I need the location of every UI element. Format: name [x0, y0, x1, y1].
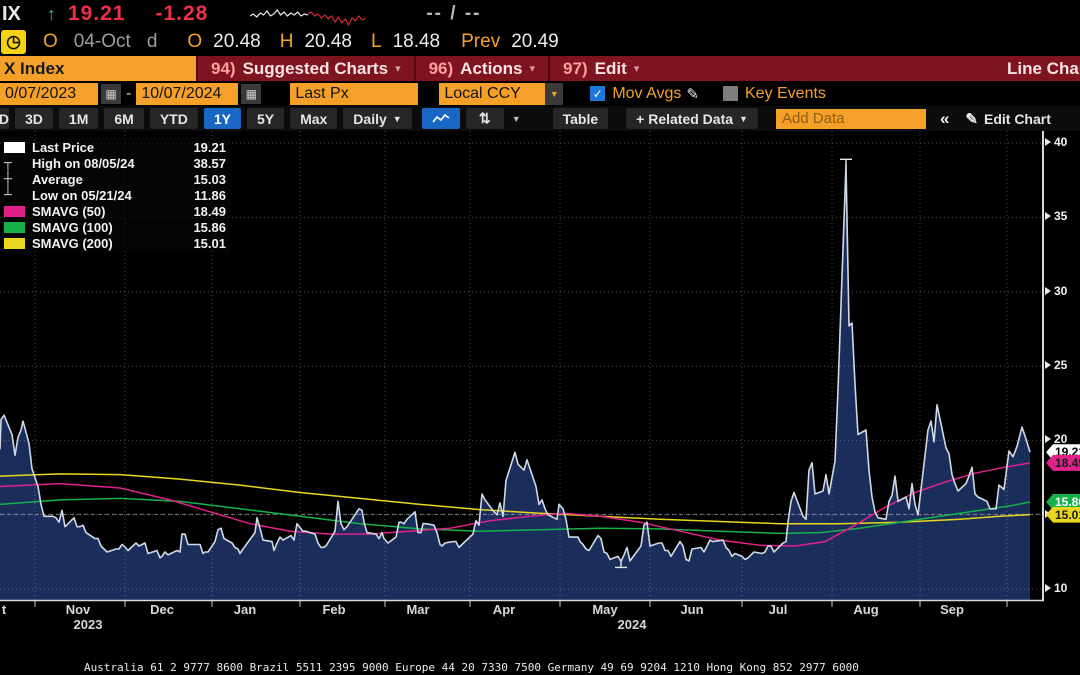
legend-label: Low on 05/21/24 [32, 188, 180, 203]
legend-swatch [4, 238, 28, 249]
smavg200-flag: 15.01 [1046, 507, 1080, 523]
chart-legend: Last Price19.21┬High on 08/05/2438.57┼Av… [2, 137, 230, 254]
legend-label: Last Price [32, 140, 180, 155]
y-axis-tick-label: 35 [1045, 209, 1067, 223]
x-axis-month-label: Sep [940, 602, 964, 617]
x-axis-month-label: t [2, 602, 6, 617]
legend-value: 38.57 [180, 156, 226, 171]
chart-area: Last Price19.21┬High on 08/05/2438.57┼Av… [0, 0, 1080, 675]
legend-marker-icon: ┬ [4, 156, 28, 171]
y-axis-tick-label: 30 [1045, 284, 1067, 298]
legend-smavg100[interactable]: SMAVG (100)15.86 [4, 219, 226, 235]
legend-low[interactable]: ┴ Low on 05/21/2411.86 [4, 187, 226, 203]
high-marker [840, 159, 852, 165]
axis-tick-arrow-icon [1045, 361, 1051, 369]
legend-high[interactable]: ┬ High on 08/05/2438.57 [4, 155, 226, 171]
legend-average[interactable]: ┼ Average15.03 [4, 171, 226, 187]
axis-tick-arrow-icon [1045, 435, 1051, 443]
x-axis-year-label: 2024 [618, 617, 647, 632]
y-axis-tick-label: 25 [1045, 358, 1067, 372]
legend-value: 11.86 [180, 188, 226, 203]
axis-tick-arrow-icon [1045, 287, 1051, 295]
axis-tick-arrow-icon [1045, 138, 1051, 146]
x-axis-year-label: 2023 [74, 617, 103, 632]
x-axis-month-label: Apr [493, 602, 515, 617]
x-axis-month-label: Jul [769, 602, 788, 617]
legend-marker-icon: ┴ [4, 188, 28, 203]
bloomberg-terminal-window: IX ↑ 19.21 -1.28 -- / -- ◷ O 04-Oct d O … [0, 0, 1080, 675]
legend-value: 15.01 [180, 236, 226, 251]
smavg50-flag: 18.49 [1046, 455, 1080, 471]
x-axis-month-label: Mar [406, 602, 429, 617]
legend-value: 15.03 [180, 172, 226, 187]
legend-swatch [4, 206, 28, 217]
legend-last-price[interactable]: Last Price19.21 [4, 139, 226, 155]
price-chart-plot[interactable] [0, 0, 1080, 675]
legend-value: 19.21 [180, 140, 226, 155]
legend-marker-icon: ┼ [4, 172, 28, 187]
x-axis-month-label: Feb [322, 602, 345, 617]
legend-label: High on 08/05/24 [32, 156, 180, 171]
legend-smavg50[interactable]: SMAVG (50)18.49 [4, 203, 226, 219]
legend-smavg200[interactable]: SMAVG (200)15.01 [4, 235, 226, 251]
legend-swatch [4, 142, 28, 153]
y-axis-tick-label: 10 [1045, 581, 1067, 595]
legend-swatch [4, 222, 28, 233]
x-axis-month-label: Jan [234, 602, 256, 617]
x-axis-month-label: Dec [150, 602, 174, 617]
legend-label: SMAVG (200) [32, 236, 180, 251]
y-axis-tick-label: 40 [1045, 135, 1067, 149]
x-axis-month-label: May [592, 602, 617, 617]
axis-tick-arrow-icon [1045, 212, 1051, 220]
x-axis-month-label: Aug [853, 602, 878, 617]
legend-label: SMAVG (100) [32, 220, 180, 235]
x-axis-month-label: Nov [66, 602, 91, 617]
x-axis-month-label: Jun [680, 602, 703, 617]
legend-value: 15.86 [180, 220, 226, 235]
legend-label: Average [32, 172, 180, 187]
legend-value: 18.49 [180, 204, 226, 219]
axis-tick-arrow-icon [1045, 584, 1051, 592]
legend-label: SMAVG (50) [32, 204, 180, 219]
